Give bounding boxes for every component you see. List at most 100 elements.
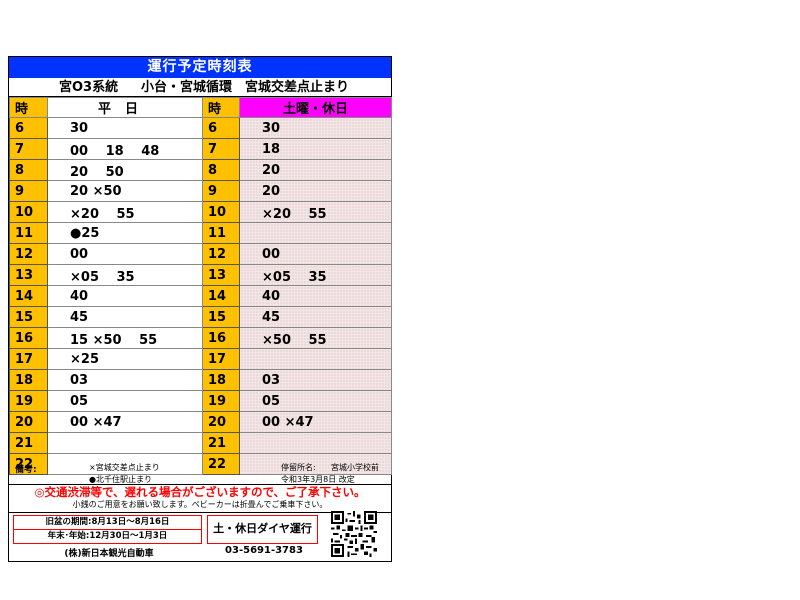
- revision-date: 令和3年3月8日 改定: [281, 475, 355, 484]
- weekend-times: 00: [239, 243, 392, 265]
- delay-warning: ◎交通渋滞等で、遅れる場合がございますので、ご了承下さい。: [34, 485, 366, 499]
- hour-cell: 8: [202, 159, 240, 181]
- weekend-times: 20: [239, 159, 392, 181]
- hour-cell: 15: [202, 306, 240, 328]
- weekend-times: ×20 55: [239, 201, 392, 223]
- hour-cell: 11: [202, 222, 240, 244]
- weekday-times: 00 ×47: [47, 411, 203, 433]
- timetable-row: 8 20 50 8 20: [9, 159, 392, 181]
- timetable-row: 7 00 18 48 7 18: [9, 138, 392, 160]
- timetable-row: 6 30 6 30: [9, 117, 392, 139]
- weekend-times: 20: [239, 180, 392, 202]
- hour-cell: 9: [9, 180, 48, 202]
- timetable-row: 20 00 ×47 20 00 ×47: [9, 411, 392, 433]
- hour-cell: 10: [9, 201, 48, 223]
- note-short-turn: ×宮城交差点止まり: [89, 463, 160, 472]
- weekend-times: 18: [239, 138, 392, 160]
- weekday-times: ●25: [47, 222, 203, 244]
- hour-cell: 12: [202, 243, 240, 265]
- hour-cell: 21: [202, 432, 240, 454]
- company-name: (株)新日本観光自動車: [64, 549, 154, 559]
- weekday-times: ×05 35: [47, 264, 203, 286]
- timetable-row: 9 20 ×50 9 20: [9, 180, 392, 202]
- weekday-times: 15 ×50 55: [47, 327, 203, 349]
- hour-cell: 7: [9, 138, 48, 160]
- hour-cell: 14: [202, 285, 240, 307]
- weekday-times: 30: [47, 117, 203, 139]
- hour-cell: 8: [9, 159, 48, 181]
- notes-section: 備考: ×宮城交差点止まり ●北千住駅止まり 停留所名: 宮城小学校前 令和3年…: [9, 460, 391, 485]
- timetable-row: 12 00 12 00: [9, 243, 392, 265]
- weekday-times: 00 18 48: [47, 138, 203, 160]
- timetable-row: 11 ●25 11: [9, 222, 392, 244]
- timetable-row: 21 21: [9, 432, 392, 454]
- hour-cell: 13: [9, 264, 48, 286]
- hour-cell: 6: [202, 117, 240, 139]
- weekday-times: 05: [47, 390, 203, 412]
- notes-label: 備考:: [15, 465, 37, 475]
- weekday-times: 20 50: [47, 159, 203, 181]
- weekend-header: 土曜・休日: [239, 97, 392, 118]
- hour-cell: 19: [9, 390, 48, 412]
- hour-cell: 18: [202, 369, 240, 391]
- stop-name-label: 停留所名:: [281, 463, 316, 472]
- weekend-times: 03: [239, 369, 392, 391]
- hour-cell: 19: [202, 390, 240, 412]
- timetable-row: 10 ×20 55 10 ×20 55: [9, 201, 392, 223]
- timetable-grid: 時 平日 時 土曜・休日 6 30 6 30 7 00 18 48 7 18 8 20 50 8 20…: [9, 97, 392, 475]
- timetable-row: 19 05 19 05: [9, 390, 392, 412]
- timetable-row: 16 15 ×50 55 16 ×50 55: [9, 327, 392, 349]
- weekend-times: [239, 432, 392, 454]
- timetable-title: 運行予定時刻表: [9, 57, 391, 78]
- obon-period: 旧盆の期間:8月13日～8月16日: [45, 517, 170, 527]
- hour-cell: 7: [202, 138, 240, 160]
- hour-cell: 16: [202, 327, 240, 349]
- hour-cell: 13: [202, 264, 240, 286]
- holiday-periods-box: 旧盆の期間:8月13日～8月16日 年末･年始:12月30日～1月3日: [13, 515, 202, 544]
- hour-cell: 21: [9, 432, 48, 454]
- weekend-times: [239, 348, 392, 370]
- hour-header: 時: [9, 97, 48, 118]
- hour-cell: 16: [9, 327, 48, 349]
- hour-cell: 9: [202, 180, 240, 202]
- timetable-row: 13 ×05 35 13 ×05 35: [9, 264, 392, 286]
- weekend-times: 05: [239, 390, 392, 412]
- timetable-header-row: 時 平日 時 土曜・休日: [9, 97, 392, 118]
- hour-cell: 17: [202, 348, 240, 370]
- hour-header-2: 時: [202, 97, 240, 118]
- hour-cell: 15: [9, 306, 48, 328]
- new-year-period: 年末･年始:12月30日～1月3日: [14, 529, 201, 543]
- weekday-header: 平日: [47, 97, 203, 118]
- route-stop-type: 宮城交差点止まり: [245, 80, 350, 95]
- timetable-row: 18 03 18 03: [9, 369, 392, 391]
- timetable-sheet: 運行予定時刻表 宮O3系統 小台・宮城循環 宮城交差点止まり 時 平日 時 土曜…: [8, 56, 392, 562]
- timetable-row: 17 ×25 17: [9, 348, 392, 370]
- hour-cell: 17: [9, 348, 48, 370]
- weekend-times: 45: [239, 306, 392, 328]
- phone-number: 03-5691-3783: [225, 545, 303, 556]
- weekday-times: 45: [47, 306, 203, 328]
- note-kitasenju: ●北千住駅止まり: [89, 475, 152, 484]
- hour-cell: 10: [202, 201, 240, 223]
- weekend-times: ×50 55: [239, 327, 392, 349]
- hour-cell: 14: [9, 285, 48, 307]
- weekday-times: 40: [47, 285, 203, 307]
- weekday-times: 20 ×50: [47, 180, 203, 202]
- weekend-times: ×05 35: [239, 264, 392, 286]
- weekday-times: [47, 432, 203, 454]
- route-info: 宮O3系統 小台・宮城循環 宮城交差点止まり: [9, 78, 391, 97]
- weekday-times: ×20 55: [47, 201, 203, 223]
- weekday-times: 03: [47, 369, 203, 391]
- timetable-row: 15 45 15 45: [9, 306, 392, 328]
- hour-cell: 11: [9, 222, 48, 244]
- route-system: 宮O3系統: [59, 80, 119, 95]
- hour-cell: 18: [9, 369, 48, 391]
- weekday-times: 00: [47, 243, 203, 265]
- weekend-times: 00 ×47: [239, 411, 392, 433]
- timetable-row: 14 40 14 40: [9, 285, 392, 307]
- qr-code-icon[interactable]: [331, 511, 377, 557]
- weekend-times: 40: [239, 285, 392, 307]
- hour-cell: 6: [9, 117, 48, 139]
- weekend-times: 30: [239, 117, 392, 139]
- hour-cell: 20: [202, 411, 240, 433]
